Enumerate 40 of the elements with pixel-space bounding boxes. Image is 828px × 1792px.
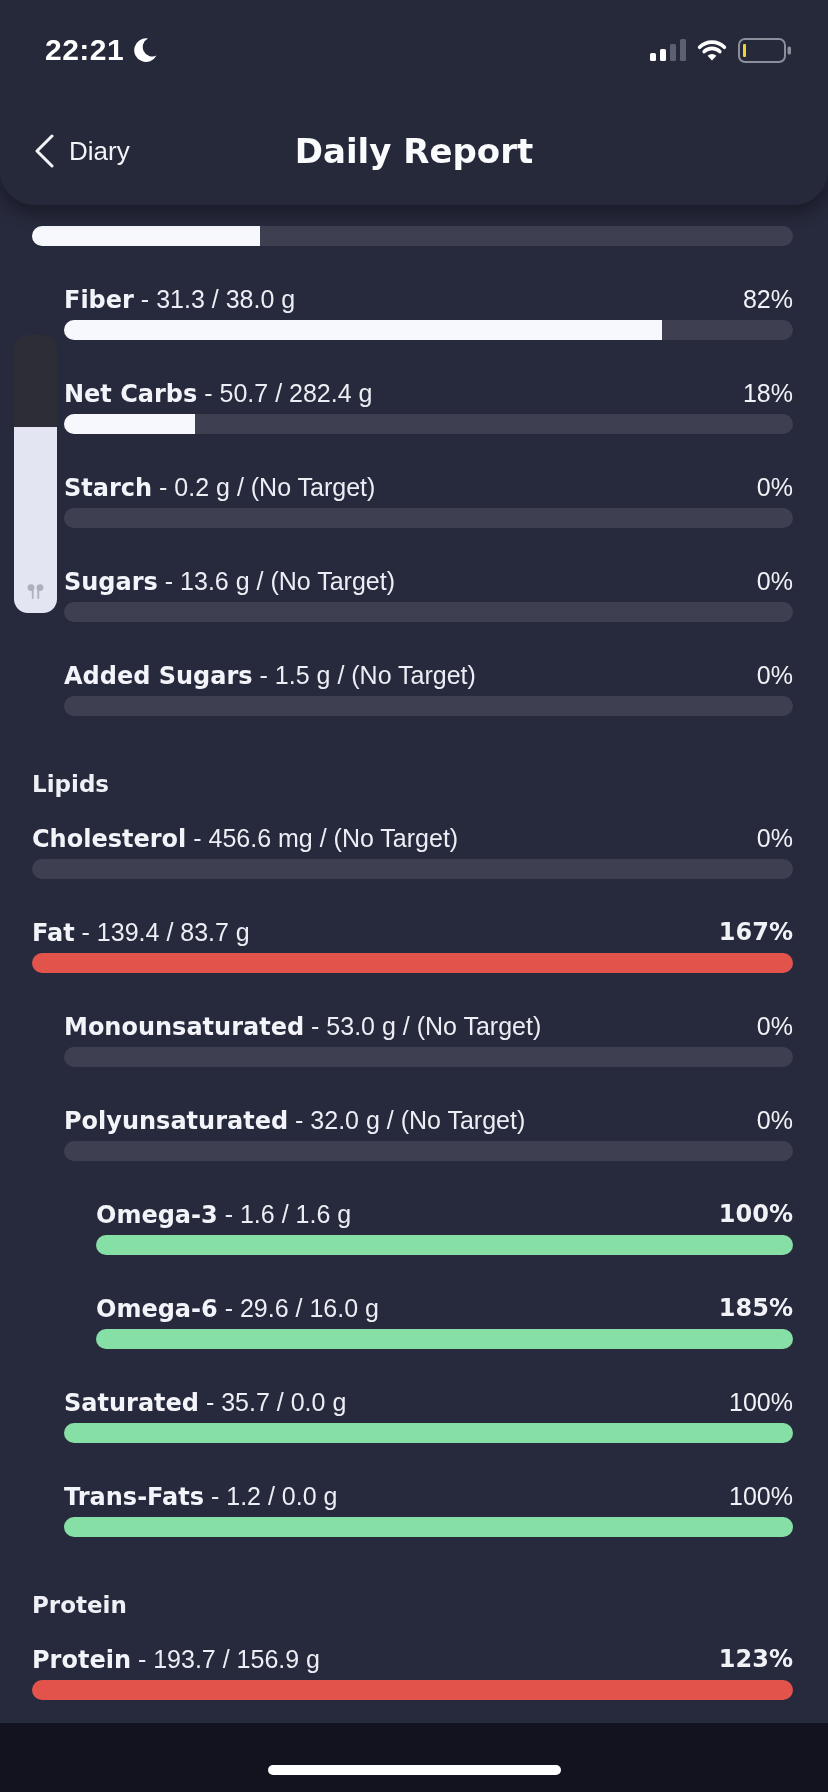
page-title: Daily Report bbox=[294, 131, 534, 171]
percent-value: 0% bbox=[756, 823, 793, 853]
nutrient-label: Added Sugars - 1.5 g / (No Target) bbox=[64, 660, 476, 690]
signal-icon bbox=[650, 39, 686, 61]
nutrient-label: Polyunsaturated - 32.0 g / (No Target) bbox=[64, 1105, 526, 1135]
percent-value: 0% bbox=[756, 660, 793, 690]
percent-value: 82% bbox=[742, 284, 793, 314]
percent-value: 100% bbox=[729, 1481, 793, 1511]
nutrient-label: Fat - 139.4 / 83.7 g bbox=[32, 917, 250, 947]
percent-value: 18% bbox=[742, 378, 793, 408]
nutrient-label: Net Carbs - 50.7 / 282.4 g bbox=[64, 378, 373, 408]
nutrient-label: Fiber - 31.3 / 38.0 g bbox=[64, 284, 296, 314]
earbuds-icon bbox=[27, 584, 44, 599]
battery-icon bbox=[738, 37, 791, 63]
nutrient-label: Starch - 0.2 g / (No Target) bbox=[64, 472, 376, 502]
section-heading: Protein bbox=[32, 1591, 127, 1620]
nutrient-label: Protein - 193.7 / 156.9 g bbox=[32, 1644, 320, 1674]
nutrient-label: Monounsaturated - 53.0 g / (No Target) bbox=[64, 1011, 542, 1041]
back-button[interactable]: Diary bbox=[34, 134, 130, 168]
nutrient-label: Omega-6 - 29.6 / 16.0 g bbox=[96, 1293, 379, 1323]
nutrient-label: Sugars - 13.6 g / (No Target) bbox=[64, 566, 396, 596]
percent-value: 123% bbox=[718, 1645, 793, 1673]
wifi-icon bbox=[696, 39, 728, 61]
nutrient-label: Trans-Fats - 1.2 / 0.0 g bbox=[64, 1481, 338, 1511]
nutrient-label: Saturated - 35.7 / 0.0 g bbox=[64, 1387, 347, 1417]
percent-value: 0% bbox=[756, 472, 793, 502]
nutrient-label: Omega-3 - 1.6 / 1.6 g bbox=[96, 1199, 352, 1229]
nutrient-label: Cholesterol - 456.6 mg / (No Target) bbox=[32, 823, 459, 853]
moon-icon bbox=[133, 38, 158, 62]
percent-value: 0% bbox=[756, 1011, 793, 1041]
section-heading: Lipids bbox=[32, 770, 110, 799]
percent-value: 0% bbox=[756, 566, 793, 596]
percent-value: 185% bbox=[718, 1294, 793, 1322]
percent-value: 167% bbox=[718, 918, 793, 946]
volume-slider[interactable] bbox=[14, 335, 57, 613]
chevron-icon bbox=[34, 134, 54, 168]
status-time: 22:21 bbox=[45, 33, 125, 67]
percent-value: 0% bbox=[756, 1105, 793, 1135]
percent-value: 100% bbox=[729, 1387, 793, 1417]
percent-value: 100% bbox=[718, 1200, 793, 1228]
